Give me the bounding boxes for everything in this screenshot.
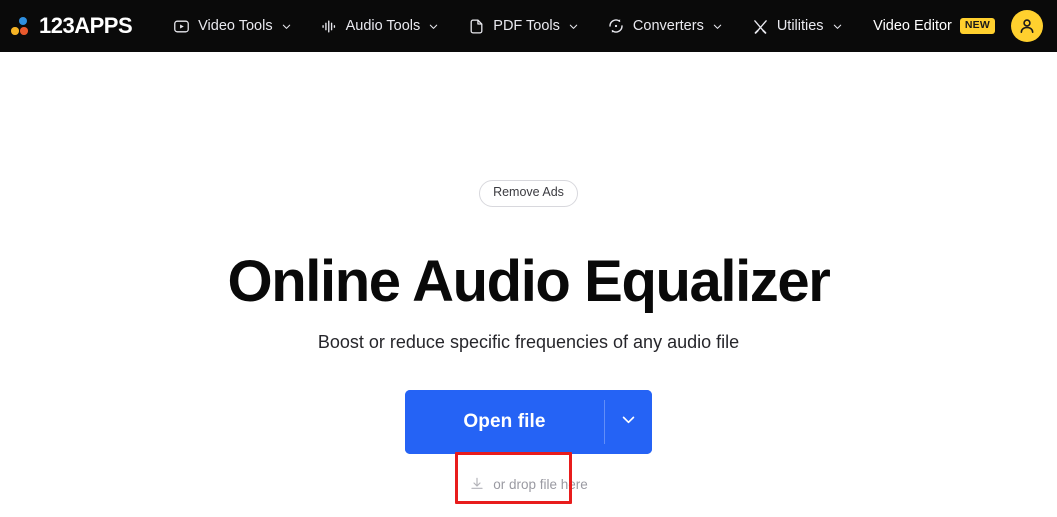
page-subtitle: Boost or reduce specific frequencies of … <box>317 331 740 352</box>
nav-item-utilities[interactable]: Utilities <box>737 9 857 44</box>
chevron-down-icon <box>832 21 843 32</box>
audio-waveform-icon <box>320 17 339 36</box>
circular-arrows-convert-icon <box>607 17 626 36</box>
nav-label: Audio Tools <box>345 18 421 34</box>
video-editor-label: Video Editor <box>873 18 952 34</box>
download-arrow-icon <box>469 476 485 492</box>
chevron-down-icon <box>712 21 723 32</box>
nav-item-converters[interactable]: Converters <box>593 9 737 44</box>
header-right-section: Video Editor NEW <box>873 10 1043 42</box>
open-file-dropdown-button[interactable] <box>605 390 652 455</box>
remove-ads-button[interactable]: Remove Ads <box>479 180 578 207</box>
drop-file-text: or drop file here <box>493 476 588 492</box>
drop-file-hint: or drop file here <box>469 476 588 492</box>
new-badge: NEW <box>959 18 995 34</box>
site-header: 123APPS Video Tools Audio Tools PDF Tool… <box>0 0 1057 52</box>
nav-label: Utilities <box>776 18 824 34</box>
chevron-down-icon <box>428 21 439 32</box>
brand-logo-text: 123APPS <box>39 13 133 38</box>
video-editor-link[interactable]: Video Editor NEW <box>873 18 995 34</box>
user-account-avatar-icon[interactable] <box>1011 10 1043 42</box>
document-page-icon <box>467 17 486 36</box>
nav-label: Video Tools <box>198 18 273 34</box>
nav-item-audio-tools[interactable]: Audio Tools <box>306 9 454 44</box>
nav-label: PDF Tools <box>493 18 560 34</box>
chevron-down-icon <box>281 21 292 32</box>
page-title: Online Audio Equalizer <box>227 248 831 314</box>
three-dots-logo-icon <box>10 15 32 37</box>
nav-item-video-tools[interactable]: Video Tools <box>158 9 305 44</box>
open-file-button[interactable]: Open file <box>405 390 604 455</box>
main-content: Remove Ads Online Audio Equalizer Boost … <box>0 52 1057 517</box>
brand-logo[interactable]: 123APPS <box>10 13 133 38</box>
open-file-button-group: Open file <box>405 390 652 455</box>
chevron-down-icon <box>620 411 637 433</box>
nav-label: Converters <box>632 18 704 34</box>
video-play-icon <box>172 17 191 36</box>
nav-item-pdf-tools[interactable]: PDF Tools <box>453 9 593 44</box>
main-navigation: Video Tools Audio Tools PDF Tools Conver… <box>158 9 856 44</box>
crossed-tools-icon <box>751 17 770 36</box>
chevron-down-icon <box>568 21 579 32</box>
